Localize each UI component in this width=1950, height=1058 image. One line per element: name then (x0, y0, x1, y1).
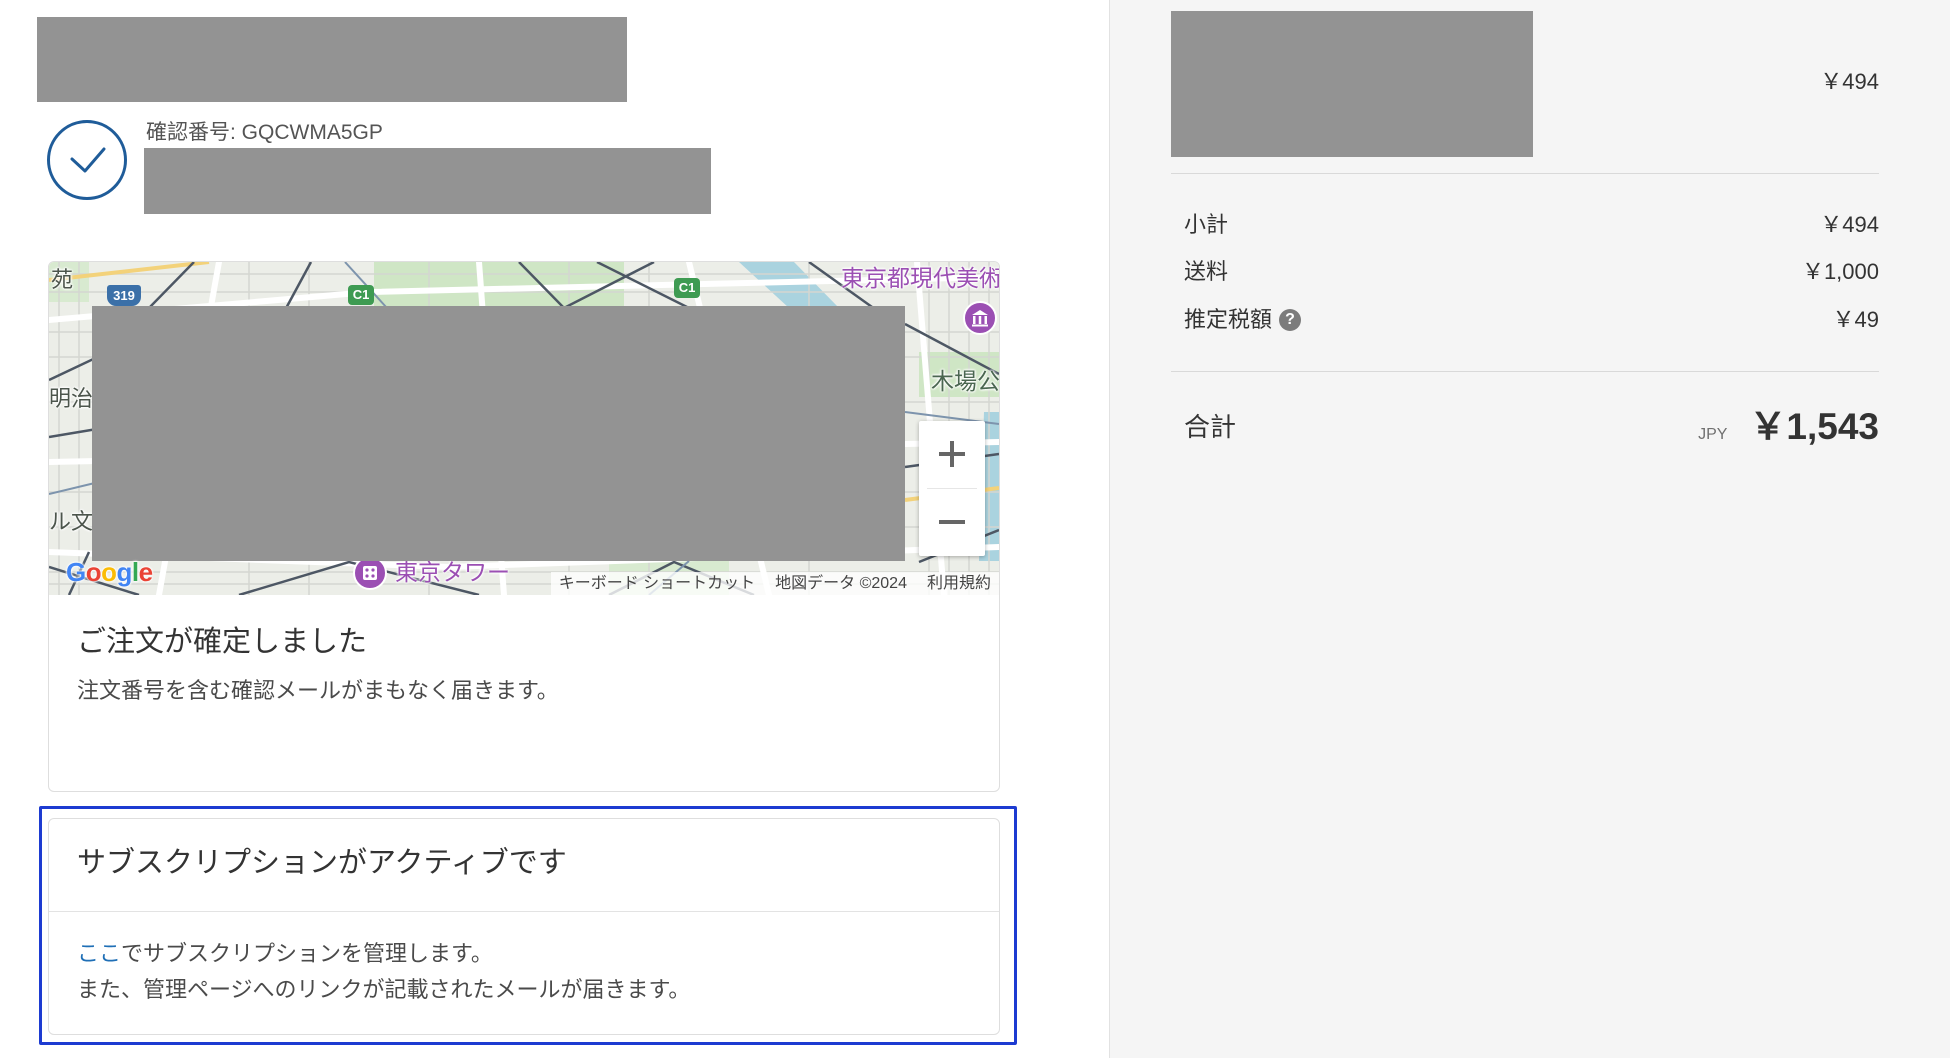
subscription-title: サブスクリプションがアクティブです (77, 847, 567, 879)
redacted-block (37, 17, 627, 102)
zoom-out-button[interactable] (919, 489, 985, 556)
tax-row: 推定税額 ? ￥49 (1184, 306, 1879, 334)
subtotal-value: ￥494 (1820, 212, 1879, 237)
map-data-link[interactable]: 地図データ ©2024 (775, 572, 907, 595)
manage-subscription-link[interactable]: ここ (77, 941, 121, 966)
plus-icon (939, 441, 965, 467)
route-badge: C1 (674, 278, 700, 298)
order-status-pane: 確認番号: GQCWMA5GP 319 C1 C1 苑 明治 ル文 東京都現代美… (0, 0, 1109, 1058)
map-label: 東京都現代美術 (841, 265, 999, 291)
map-label: 東京タワー (395, 559, 510, 585)
subscription-manage-line: ここでサブスクリプションを管理します。 (77, 936, 493, 972)
route-badge: C1 (348, 285, 374, 305)
question-circle-icon[interactable]: ? (1279, 309, 1302, 331)
google-logo-letter: g (116, 557, 133, 587)
total-currency: JPY (1698, 426, 1728, 443)
zoom-control (919, 421, 985, 556)
map-attribution: キーボード ショートカット 地図データ ©2024 利用規約 (550, 572, 999, 595)
tax-label-group: 推定税額 ? (1184, 306, 1302, 334)
map-label: 木場公 (931, 368, 999, 394)
divider (1171, 173, 1879, 174)
line-item-price: ￥494 (1820, 69, 1879, 94)
order-confirmed-card: 319 C1 C1 苑 明治 ル文 東京都現代美術 木場公 東京タワー Goog… (48, 261, 1000, 792)
subscription-card-header: サブスクリプションがアクティブです (49, 819, 999, 912)
shipping-label: 送料 (1184, 259, 1229, 284)
google-logo-letter: o (85, 557, 102, 587)
map-label: ル文 (49, 509, 94, 534)
redacted-block (144, 148, 711, 214)
terms-link[interactable]: 利用規約 (927, 572, 991, 595)
shipping-value: ￥1,000 (1801, 259, 1879, 284)
google-logo-letter: o (101, 557, 117, 587)
total-value: ￥1,543 (1749, 406, 1879, 447)
google-logo-letter: l (131, 557, 139, 587)
minus-icon (939, 509, 965, 535)
museum-pin-icon[interactable] (962, 300, 998, 336)
total-label: 合計 (1184, 412, 1237, 442)
keyboard-shortcuts-link[interactable]: キーボード ショートカット (559, 572, 755, 595)
subtotal-label: 小計 (1184, 212, 1229, 237)
map-label: 苑 (51, 267, 74, 292)
route-badge: 319 (107, 285, 141, 306)
redacted-block (1171, 11, 1533, 157)
manage-subscription-text: でサブスクリプションを管理します。 (121, 941, 493, 966)
subscription-email-note: また、管理ページへのリンクが記載されたメールが届きます。 (77, 977, 691, 1002)
subscription-card: サブスクリプションがアクティブです ここでサブスクリプションを管理します。 また… (48, 818, 1000, 1035)
map-label: 明治 (49, 386, 94, 411)
order-confirmed-title: ご注文が確定しました (77, 626, 368, 658)
confirmation-number: 確認番号: GQCWMA5GP (146, 121, 383, 144)
order-confirmed-message: 注文番号を含む確認メールがまもなく届きます。 (77, 678, 559, 703)
google-logo[interactable]: Google (66, 557, 153, 587)
google-logo-letter: G (66, 557, 86, 587)
google-logo-letter: e (138, 557, 153, 587)
shipping-row: 送料 ￥1,000 (1184, 258, 1879, 286)
check-circle-icon (47, 120, 127, 200)
tax-label: 推定税額 (1184, 307, 1273, 332)
subtotal-row: 小計 ￥494 (1184, 211, 1879, 239)
map[interactable]: 319 C1 C1 苑 明治 ル文 東京都現代美術 木場公 東京タワー Goog… (49, 262, 999, 595)
order-summary-pane: ￥494 小計 ￥494 送料 ￥1,000 推定税額 ? ￥49 合計 JPY… (1109, 0, 1950, 1058)
zoom-in-button[interactable] (919, 421, 985, 488)
divider (1171, 371, 1879, 372)
redacted-block (92, 306, 905, 561)
total-amount-group: JPY ￥1,543 (1698, 403, 1879, 451)
tax-value: ￥49 (1832, 307, 1879, 332)
